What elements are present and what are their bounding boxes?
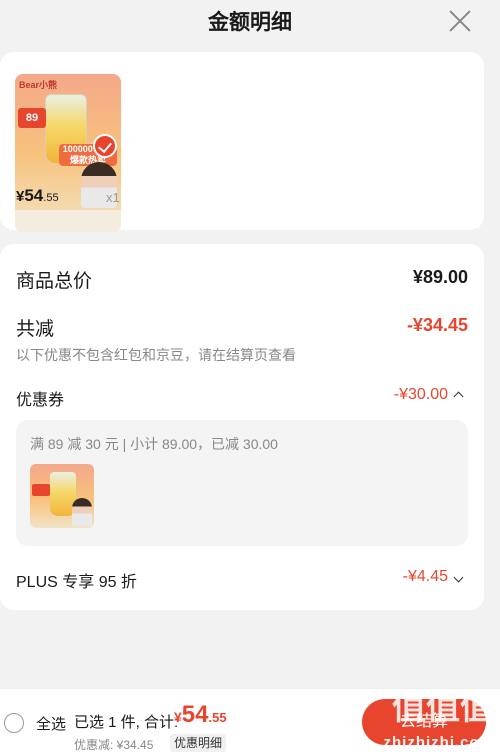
coupon-product-thumbnail: [30, 464, 94, 528]
selected-check-icon[interactable]: [93, 134, 117, 158]
product-brand-text: Bear小熊: [19, 80, 58, 90]
reduce-value: -¥34.45: [406, 315, 468, 335]
reduce-label: 共减: [16, 319, 55, 340]
total-price-symbol: ¥: [174, 709, 182, 725]
select-all-label[interactable]: 全选: [36, 713, 66, 734]
bottom-checkout-bar: 全选 已选 1 件, 合计: ¥54.55 优惠减: ¥34.45 优惠明细 去…: [0, 688, 500, 755]
coupon-label[interactable]: 优惠券: [16, 386, 64, 410]
plus-discount-label[interactable]: PLUS 专享 95 折: [16, 568, 137, 592]
header: 金额明细: [0, 0, 500, 44]
coupon-detail-box: 满 89 减 30 元 | 小计 89.00，已减 30.00: [16, 420, 468, 546]
total-price-dec: .55: [208, 710, 227, 725]
page-title: 金额明细: [208, 11, 292, 34]
product-price-dec: .55: [43, 192, 59, 204]
thumbnail-promo-tag: [32, 484, 50, 496]
coupon-value[interactable]: -¥30.00: [394, 386, 448, 404]
discount-detail-button[interactable]: 优惠明细: [170, 734, 227, 752]
plus-discount-value[interactable]: -¥4.45: [403, 568, 448, 586]
thumbnail-person-figure: [72, 498, 92, 526]
checkout-total-price: ¥54.55: [174, 701, 227, 729]
select-all-radio[interactable]: [4, 713, 24, 733]
product-card: Bear小熊 89 100000 全网爆款热卖: [0, 52, 484, 232]
total-value: ¥89.00: [412, 267, 468, 287]
total-price-int: 54: [181, 701, 209, 728]
product-image-strip: [15, 210, 121, 232]
product-price-int: 54: [24, 186, 44, 205]
total-label: 商品总价: [16, 271, 93, 292]
coupon-description: 满 89 减 30 元 | 小计 89.00，已减 30.00: [30, 436, 278, 452]
product-quantity: x1: [106, 190, 120, 205]
watermark-logo: 值值值: [392, 689, 494, 727]
watermark-text: zhizhizhi.com: [383, 734, 494, 751]
discount-note: 以下优惠不包含红包和京豆，请在结算页查看: [16, 347, 296, 363]
selected-count-text: 已选 1 件, 合计:: [74, 714, 179, 731]
product-price: ¥54.55: [16, 186, 59, 206]
discount-amount-text: 优惠减: ¥34.45: [74, 738, 154, 752]
close-icon[interactable]: [448, 9, 472, 33]
product-promo-tag: 89: [18, 108, 46, 128]
